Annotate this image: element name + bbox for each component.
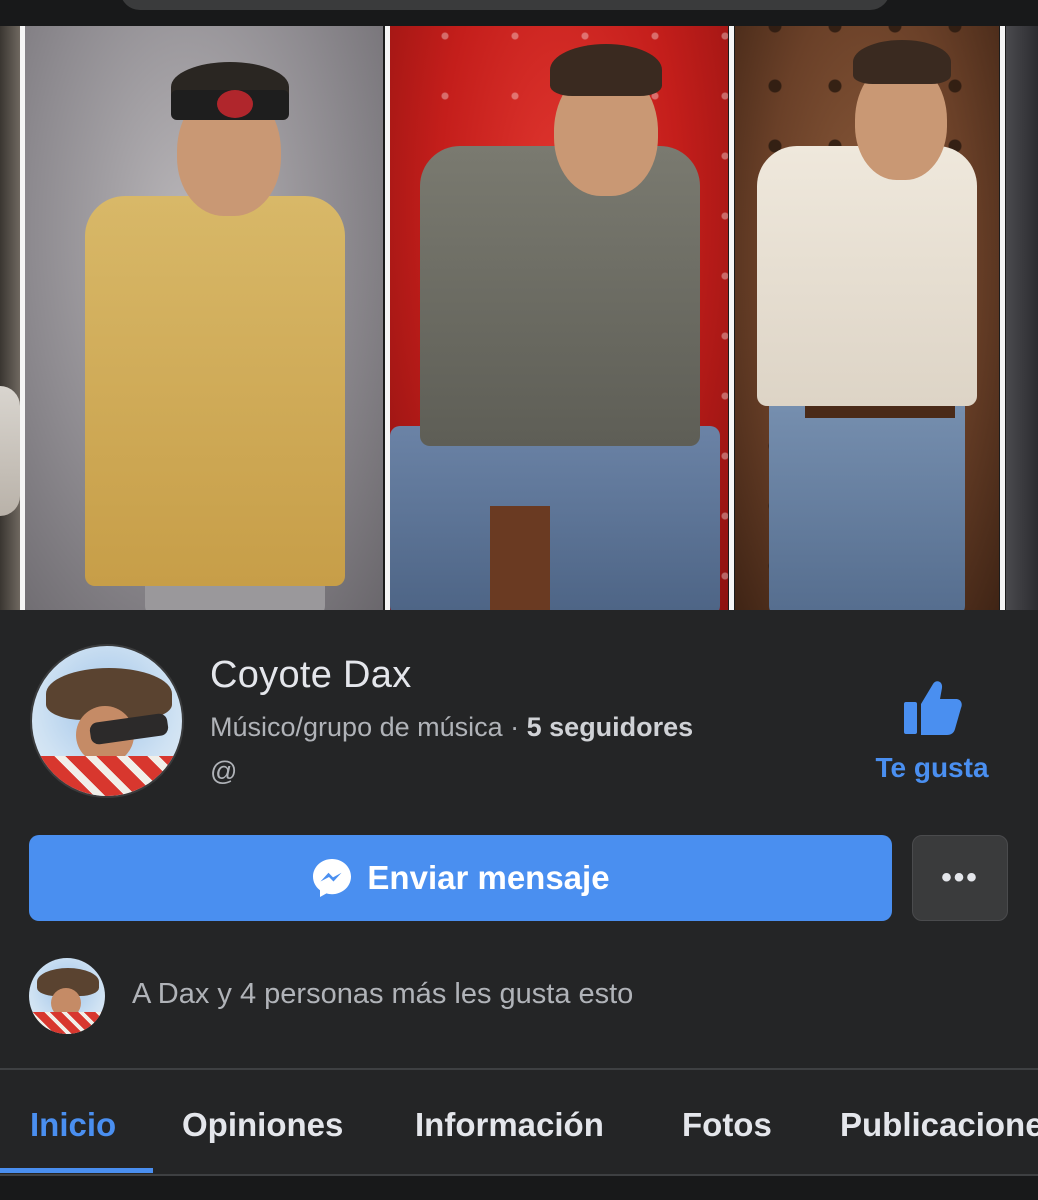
page-category[interactable]: Músico/grupo de música xyxy=(210,712,503,742)
page-root: Coyote Dax Músico/grupo de música · 5 se… xyxy=(0,0,1038,1200)
send-message-label: Enviar mensaje xyxy=(367,859,610,896)
messenger-icon xyxy=(313,859,352,897)
cover-divider xyxy=(385,26,390,610)
profile-picture[interactable] xyxy=(30,644,184,798)
like-button[interactable]: Te gusta xyxy=(862,676,1002,788)
cover-photo-panel-1 xyxy=(25,26,383,610)
tab-informacion[interactable]: Información xyxy=(415,1106,604,1144)
tab-opiniones[interactable]: Opiniones xyxy=(182,1106,343,1144)
cover-photo[interactable] xyxy=(0,26,1038,610)
followers-count[interactable]: 5 seguidores xyxy=(527,712,694,742)
cover-photo-panel-3 xyxy=(735,26,999,610)
cover-divider xyxy=(20,26,25,610)
page-subtitle: Músico/grupo de música · 5 seguidores xyxy=(210,712,693,743)
search-bar[interactable] xyxy=(120,0,890,10)
tab-fotos[interactable]: Fotos xyxy=(682,1106,772,1144)
page-handle: @ xyxy=(210,756,238,786)
cover-photo-panel-2 xyxy=(390,26,728,610)
cover-photo-edge-right xyxy=(1006,26,1038,610)
cover-divider xyxy=(729,26,734,610)
liker-avatar[interactable] xyxy=(29,958,105,1034)
more-dots-icon: ••• xyxy=(941,861,979,894)
likes-summary[interactable]: A Dax y 4 personas más les gusta esto xyxy=(132,978,633,1011)
cover-photo-edge-left xyxy=(0,26,20,610)
tab-inicio[interactable]: Inicio xyxy=(30,1106,116,1144)
send-message-button[interactable]: Enviar mensaje xyxy=(29,835,892,921)
meta-separator: · xyxy=(502,712,527,742)
page-title: Coyote Dax xyxy=(210,654,412,696)
tab-publicaciones[interactable]: Publicaciones xyxy=(840,1106,1038,1144)
page-tabs: Inicio Opiniones Información Fotos Publi… xyxy=(0,1070,1038,1174)
more-options-button[interactable]: ••• xyxy=(912,835,1008,921)
like-label: Te gusta xyxy=(875,752,989,783)
cover-divider xyxy=(1000,26,1005,610)
active-tab-indicator xyxy=(0,1168,153,1173)
top-bar xyxy=(0,0,1038,26)
bottom-bar xyxy=(0,1176,1038,1200)
thumbs-up-icon xyxy=(904,681,962,735)
